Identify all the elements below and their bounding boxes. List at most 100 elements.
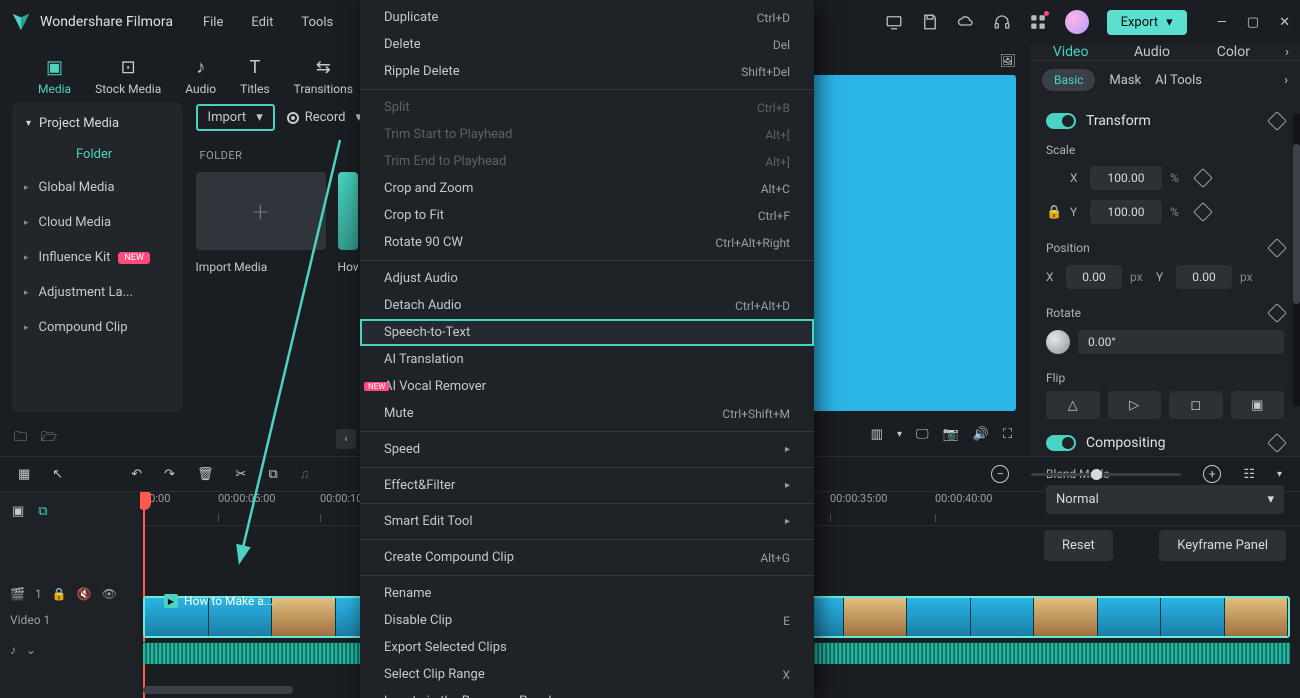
- menu-item-create-compound-clip[interactable]: Create Compound ClipAlt+G: [360, 544, 814, 571]
- menu-item-rotate-90-cw[interactable]: Rotate 90 CWCtrl+Alt+Right: [360, 229, 814, 256]
- keyframe-icon[interactable]: [1267, 303, 1287, 323]
- menu-edit[interactable]: Edit: [251, 15, 273, 30]
- media-tile[interactable]: How...: [338, 172, 358, 274]
- device-icon[interactable]: [885, 13, 903, 31]
- props-tab-video[interactable]: Video: [1030, 44, 1111, 60]
- volume-icon[interactable]: 🔊: [973, 427, 989, 442]
- props-tab-audio[interactable]: Audio: [1111, 44, 1192, 60]
- minimize-icon[interactable]: ―: [1217, 15, 1227, 30]
- import-media-tile[interactable]: + Import Media: [196, 172, 326, 274]
- scale-y-input[interactable]: 100.00: [1090, 200, 1162, 224]
- undo-icon[interactable]: ↶: [131, 467, 142, 482]
- folder-icon[interactable]: 🗁: [41, 428, 57, 450]
- compositing-toggle[interactable]: [1046, 435, 1076, 451]
- menu-item-speech-to-text[interactable]: Speech-to-Text: [360, 319, 814, 346]
- menu-file[interactable]: File: [203, 15, 223, 30]
- sidebar-project-media[interactable]: Project Media: [12, 108, 182, 139]
- track-header-2[interactable]: ♪ ⌄: [10, 637, 130, 663]
- mute-icon[interactable]: 🔇: [77, 587, 92, 601]
- tab-titles[interactable]: TTitles: [240, 57, 269, 96]
- chevron-right-icon[interactable]: ›: [1284, 73, 1288, 88]
- menu-item-effect-filter[interactable]: Effect&Filter▸: [360, 472, 814, 499]
- link-icon[interactable]: 🔒: [1046, 205, 1062, 220]
- collapse-left-icon[interactable]: ‹: [336, 429, 356, 449]
- delete-icon[interactable]: 🗑: [197, 467, 214, 482]
- marker-icon[interactable]: ▥: [871, 427, 883, 442]
- menu-item-ai-translation[interactable]: AI Translation: [360, 346, 814, 373]
- transform-toggle[interactable]: [1046, 113, 1076, 129]
- folder-add-icon[interactable]: 🗀: [14, 428, 27, 450]
- menu-item-mute[interactable]: MuteCtrl+Shift+M: [360, 400, 814, 427]
- subtab-basic[interactable]: Basic: [1042, 69, 1095, 91]
- scale-x-input[interactable]: 100.00: [1090, 166, 1162, 190]
- menu-item-rename[interactable]: Rename: [360, 580, 814, 607]
- fill-button[interactable]: ▣: [1231, 391, 1285, 419]
- rotate-knob[interactable]: [1046, 330, 1070, 354]
- keyframe-icon[interactable]: [1193, 202, 1213, 222]
- menu-item-locate-in-the-resource-panel[interactable]: Locate in the Resource Panel: [360, 688, 814, 698]
- music-icon[interactable]: ♫: [300, 466, 310, 482]
- keyframe-icon[interactable]: [1193, 168, 1213, 188]
- menu-item-ai-vocal-remover[interactable]: NEWAI Vocal Remover: [360, 373, 814, 400]
- subtab-mask[interactable]: Mask: [1109, 73, 1141, 88]
- crop-icon[interactable]: ⧉: [268, 467, 277, 482]
- headphones-icon[interactable]: [993, 13, 1011, 31]
- save-icon[interactable]: [921, 13, 939, 31]
- menu-item-adjust-audio[interactable]: Adjust Audio: [360, 265, 814, 292]
- flip-v-button[interactable]: ▷: [1108, 391, 1162, 419]
- chevron-down-icon[interactable]: ▾: [897, 429, 902, 440]
- pos-x-input[interactable]: 0.00: [1066, 265, 1122, 289]
- cloud-icon[interactable]: [957, 13, 975, 31]
- expand-icon[interactable]: ⌄: [26, 643, 36, 657]
- close-icon[interactable]: ✕: [1279, 15, 1290, 30]
- cursor-icon[interactable]: ↖: [52, 467, 63, 482]
- avatar[interactable]: [1065, 10, 1089, 34]
- zoom-out-button[interactable]: −: [991, 465, 1009, 483]
- menu-item-disable-clip[interactable]: Disable ClipE: [360, 607, 814, 634]
- cut-icon[interactable]: ✂: [236, 467, 247, 482]
- rotate-input[interactable]: 0.00°: [1078, 330, 1284, 354]
- menu-item-select-clip-range[interactable]: Select Clip RangeX: [360, 661, 814, 688]
- monitor-icon[interactable]: 🖵: [916, 427, 929, 442]
- tab-transitions[interactable]: ⇆Transitions: [294, 57, 353, 96]
- props-tab-color[interactable]: Color: [1193, 44, 1274, 60]
- sidebar-item-adjustment[interactable]: Adjustment La...: [12, 275, 182, 310]
- export-button[interactable]: Export ▾: [1107, 10, 1187, 35]
- menu-item-smart-edit-tool[interactable]: Smart Edit Tool▸: [360, 508, 814, 535]
- playhead[interactable]: [143, 492, 145, 698]
- fullscreen-icon[interactable]: ⛶: [1003, 427, 1012, 442]
- menu-item-export-selected-clips[interactable]: Export Selected Clips: [360, 634, 814, 661]
- menu-item-delete[interactable]: DeleteDel: [360, 31, 814, 58]
- sidebar-item-compound[interactable]: Compound Clip: [12, 310, 182, 345]
- menu-item-speed[interactable]: Speed▸: [360, 436, 814, 463]
- visibility-icon[interactable]: 👁: [102, 587, 117, 601]
- pos-y-input[interactable]: 0.00: [1176, 265, 1232, 289]
- keyframe-icon[interactable]: [1267, 433, 1287, 453]
- tab-media[interactable]: ▣Media: [38, 57, 71, 96]
- menu-item-detach-audio[interactable]: Detach AudioCtrl+Alt+D: [360, 292, 814, 319]
- timeline-mode-icon[interactable]: ▣: [12, 504, 24, 519]
- import-button[interactable]: Import▾: [196, 104, 275, 131]
- fit-button[interactable]: ◻: [1169, 391, 1223, 419]
- redo-icon[interactable]: ↷: [164, 467, 175, 482]
- record-button[interactable]: Record▾: [287, 110, 362, 125]
- menu-item-duplicate[interactable]: DuplicateCtrl+D: [360, 4, 814, 31]
- snapshot-icon[interactable]: 📷: [943, 427, 959, 442]
- image-icon[interactable]: 🖼: [999, 54, 1016, 69]
- subtab-aitools[interactable]: AI Tools: [1155, 73, 1202, 88]
- scrollbar-thumb[interactable]: [1293, 144, 1300, 304]
- keyframe-icon[interactable]: [1267, 111, 1287, 131]
- link-icon[interactable]: ⧉: [38, 504, 47, 519]
- grid-icon[interactable]: ▦: [18, 467, 30, 482]
- tab-audio[interactable]: ♪Audio: [185, 57, 216, 96]
- chevron-right-icon[interactable]: ›: [1274, 45, 1300, 60]
- sidebar-folder[interactable]: Folder: [12, 139, 182, 170]
- track-header[interactable]: 🎬1 🔒 🔇 👁: [10, 581, 130, 607]
- timeline-scrollbar[interactable]: [143, 686, 293, 694]
- tab-stock-media[interactable]: ⊡Stock Media: [95, 57, 161, 96]
- menu-item-crop-to-fit[interactable]: Crop to FitCtrl+F: [360, 202, 814, 229]
- menu-item-crop-and-zoom[interactable]: Crop and ZoomAlt+C: [360, 175, 814, 202]
- maximize-icon[interactable]: ▢: [1247, 15, 1259, 30]
- apps-icon[interactable]: [1029, 13, 1047, 31]
- keyframe-icon[interactable]: [1267, 238, 1287, 258]
